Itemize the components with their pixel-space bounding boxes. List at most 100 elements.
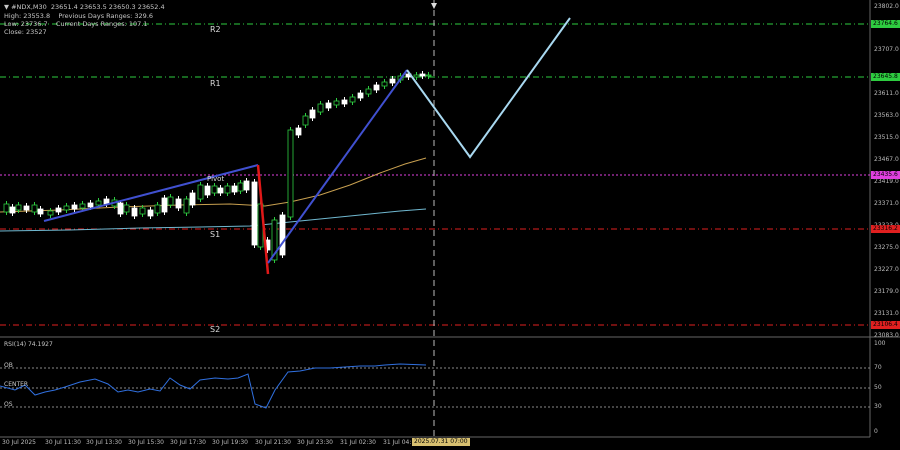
candle-body: [341, 99, 348, 105]
price-tick: 23179.0: [874, 288, 899, 295]
r2-price-tag: 23764.6: [871, 20, 900, 28]
price-chart[interactable]: [0, 0, 900, 450]
pivot-label: Pivot: [207, 175, 225, 183]
projection-zigzag[interactable]: [406, 17, 571, 159]
candle-body: [15, 204, 22, 211]
candle-body: [389, 78, 396, 84]
candle-body: [287, 129, 294, 218]
candle-body: [154, 204, 161, 214]
candle-body: [381, 81, 388, 87]
candle-body: [167, 196, 174, 206]
time-tick: 30 Jul 19:30: [212, 439, 248, 446]
chart-window[interactable]: ▼ #NDX,M30 23651.4 23653.5 23650.3 23652…: [0, 0, 900, 450]
candle-body: [117, 202, 124, 215]
candle-body: [279, 214, 286, 256]
candle-body: [123, 204, 130, 213]
price-tick: 23467.0: [874, 156, 899, 163]
candle-body: [71, 204, 78, 210]
price-tick: 23227.0: [874, 266, 899, 273]
time-tick: 30 Jul 17:30: [170, 439, 206, 446]
rsi-ob-label: OB: [4, 362, 13, 369]
info-line-4: Close: 23527: [4, 28, 47, 36]
candle-body: [87, 202, 94, 208]
candle-body: [139, 207, 146, 215]
candle-body: [63, 205, 70, 211]
rsi-scale-tick: 70: [874, 364, 882, 371]
candle-body: [161, 197, 168, 213]
time-tick: 30 Jul 23:30: [297, 439, 333, 446]
candle-body: [413, 74, 420, 78]
candle-body: [231, 185, 238, 193]
candle-body: [31, 204, 38, 213]
s2-label: S2: [210, 325, 221, 334]
candle-body: [3, 203, 10, 213]
symbol-ohlc-line: ▼ #NDX,M30 23651.4 23653.5 23650.3 23652…: [4, 3, 165, 11]
candle-body: [243, 180, 250, 191]
price-tick: 23563.0: [874, 112, 899, 119]
candle-body: [425, 74, 432, 77]
candle-body: [325, 102, 332, 109]
candle-body: [295, 127, 302, 136]
candle-body: [302, 115, 309, 126]
candle-body: [79, 203, 86, 209]
time-tick: 30 Jul 21:30: [255, 439, 291, 446]
r1-price-tag: 23645.8: [871, 73, 900, 81]
candle-body: [23, 205, 30, 211]
candle-body: [365, 88, 372, 95]
candle-body: [251, 181, 258, 246]
candle-body: [211, 185, 218, 194]
time-tick: 31 Jul 02:30: [340, 439, 376, 446]
price-tick: 23275.0: [874, 244, 899, 251]
candle-body: [309, 109, 316, 119]
candle-body: [349, 96, 356, 103]
time-tick: 31 Jul 04:: [383, 439, 412, 446]
candle-body: [197, 184, 204, 200]
ma-slow-line: [0, 208, 427, 232]
candle-body: [333, 100, 340, 106]
time-tick: 30 Jul 2025: [2, 439, 36, 446]
candle-body: [237, 182, 244, 192]
candle-body: [204, 185, 211, 196]
rsi-title: RSI(14) 74.1927: [4, 341, 53, 348]
time-cursor-tag: 2025.07.31 07:00: [412, 438, 470, 446]
price-tick: 23802.0: [874, 3, 899, 10]
price-tick: 23371.0: [874, 200, 899, 207]
time-tick: 30 Jul 11:30: [45, 439, 81, 446]
candle-body: [131, 207, 138, 217]
price-tick: 23419.0: [874, 178, 899, 185]
candle-body: [37, 208, 44, 215]
s2-price-tag: 23106.4: [871, 321, 900, 329]
s1-price-tag: 23316.2: [871, 225, 900, 233]
price-tick: 23707.0: [874, 46, 899, 53]
price-tick: 23515.0: [874, 134, 899, 141]
candle-body: [183, 198, 190, 214]
rsi-os-label: OS: [4, 401, 13, 408]
candle-body: [373, 84, 380, 91]
ma-fast-line: [0, 157, 427, 213]
pivot-price-tag: 23435.6: [871, 171, 900, 179]
rsi-scale-tick: 30: [874, 403, 882, 410]
candle-body: [175, 198, 182, 209]
candle-body: [189, 192, 196, 206]
rsi-line: [0, 363, 427, 409]
candle-body: [224, 185, 231, 194]
price-tick: 23131.0: [874, 310, 899, 317]
candle-body: [9, 206, 16, 214]
price-tick: 23083.0: [874, 332, 899, 339]
candle-body: [419, 73, 426, 77]
info-line-3: Low: 23736.7 Current Days Ranges: 107.1: [4, 20, 148, 28]
candle-body: [95, 200, 102, 206]
candle-body: [55, 207, 62, 213]
candle-body: [357, 92, 364, 99]
rsi-center-label: CENTER: [4, 381, 29, 388]
price-tick: 23611.0: [874, 90, 899, 97]
info-line-2: High: 23553.8 Previous Days Ranges: 329.…: [4, 12, 154, 20]
candle-body: [317, 103, 324, 113]
r2-label: R2: [210, 25, 221, 34]
r1-label: R1: [210, 79, 221, 88]
cursor-marker-icon[interactable]: [431, 3, 437, 9]
time-tick: 30 Jul 13:30: [86, 439, 122, 446]
candle-body: [147, 209, 154, 217]
candle-body: [47, 210, 54, 216]
s1-label: S1: [210, 230, 221, 239]
